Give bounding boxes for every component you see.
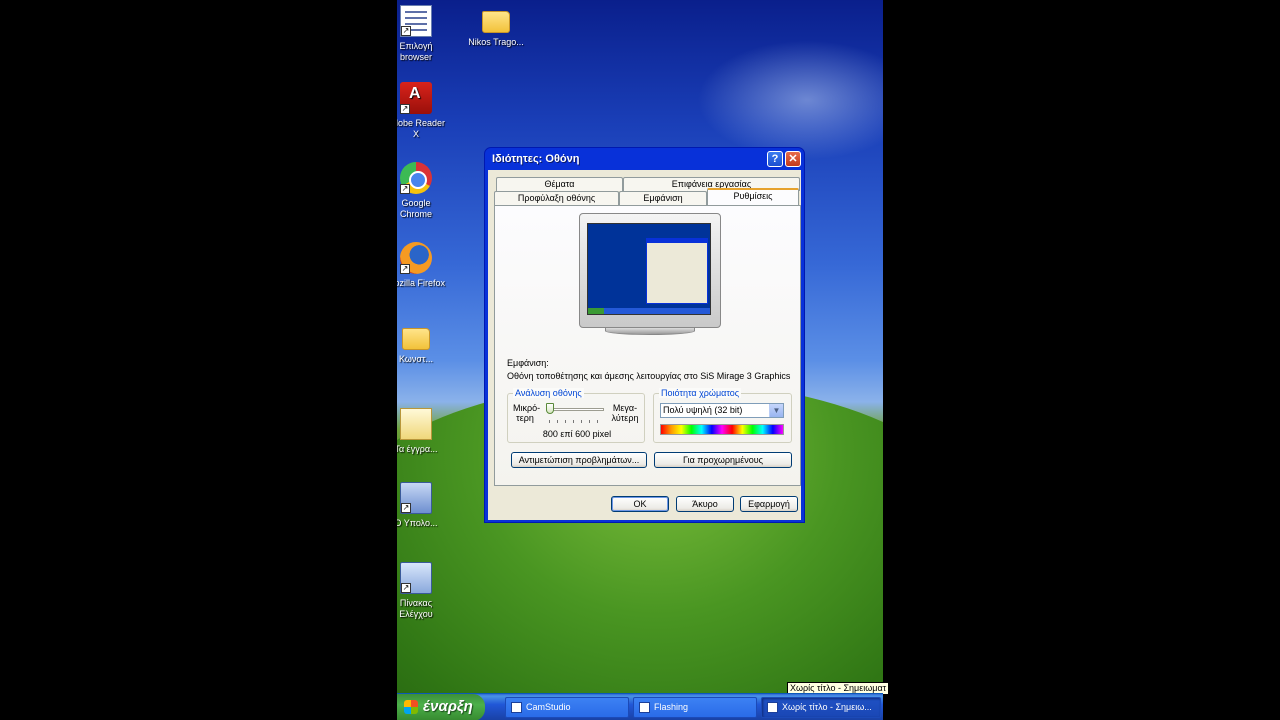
mini-taskbar-preview xyxy=(588,308,710,314)
cancel-button[interactable]: Άκυρο xyxy=(676,496,734,512)
documents-icon xyxy=(400,408,432,440)
dialog-client-area: Θέματα Επιφάνεια εργασίας Προφύλαξη οθόν… xyxy=(488,170,801,520)
monitor-bezel xyxy=(579,213,721,328)
resolution-slider-thumb[interactable] xyxy=(546,403,554,414)
help-button[interactable]: ? xyxy=(767,151,783,167)
desktop-icon-control-panel[interactable]: ↗ Πίνακας Ελέγχου xyxy=(397,562,447,620)
resolution-legend: Ανάλυση οθόνης xyxy=(513,388,584,398)
close-button[interactable]: ✕ xyxy=(785,151,801,167)
close-icon: ✕ xyxy=(788,153,798,165)
taskbar-item-camstudio[interactable]: CamStudio xyxy=(505,697,629,718)
tab-screensaver[interactable]: Προφύλαξη οθόνης xyxy=(494,191,619,205)
advanced-button[interactable]: Για προχωρημένους xyxy=(654,452,792,468)
resolution-more-label: Μεγα- λύτερη xyxy=(611,403,639,423)
taskbar: έναρξη CamStudio Flashing Χωρίς τίτλο - … xyxy=(397,693,883,720)
shortcut-arrow-icon: ↗ xyxy=(400,184,410,194)
shortcut-arrow-icon: ↗ xyxy=(401,583,411,593)
desktop-icon-label: Adobe Reader X xyxy=(397,118,446,139)
camstudio-icon xyxy=(511,702,522,713)
mini-start-preview xyxy=(588,308,604,314)
settings-panel: Εμφάνιση: Οθόνη τοποθέτησης και άμεσης λ… xyxy=(494,205,801,486)
color-quality-legend: Ποιότητα χρώματος xyxy=(659,388,742,398)
resolution-slider-track[interactable] xyxy=(546,408,604,411)
shortcut-arrow-icon: ↗ xyxy=(400,104,410,114)
tab-appearance[interactable]: Εμφάνιση xyxy=(619,191,707,205)
color-spectrum-bar xyxy=(660,424,784,435)
computer-icon: ↗ xyxy=(400,482,432,514)
dialog-titlebar[interactable]: Ιδιότητες: Οθόνη ? ✕ xyxy=(488,148,801,170)
desktop-icon-my-computer[interactable]: ↗ Ο Υπολο... xyxy=(397,482,447,529)
troubleshoot-button[interactable]: Αντιμετώπιση προβλημάτων... xyxy=(511,452,647,468)
tab-themes[interactable]: Θέματα xyxy=(496,177,623,191)
shortcut-arrow-icon: ↗ xyxy=(401,26,411,36)
desktop-icon-firefox[interactable]: ↗ Mozilla Firefox xyxy=(397,242,447,289)
color-quality-select[interactable]: Πολύ υψηλή (32 bit) ▼ xyxy=(660,403,784,418)
mini-window-preview xyxy=(646,238,708,304)
monitor-preview xyxy=(579,213,721,335)
taskbar-item-flashing[interactable]: Flashing xyxy=(633,697,757,718)
desktop-icon-my-documents[interactable]: Τα έγγρα... xyxy=(397,402,447,455)
resolution-value: 800 επί 600 pixel xyxy=(542,429,612,439)
resolution-group: Ανάλυση οθόνης Μικρό- τερη Μεγα- λύτερη … xyxy=(507,388,645,443)
color-quality-group: Ποιότητα χρώματος Πολύ υψηλή (32 bit) ▼ xyxy=(653,388,792,443)
shortcut-arrow-icon: ↗ xyxy=(401,503,411,513)
desktop-icon-browser-choice[interactable]: ↗ Επιλογή browser xyxy=(397,5,447,63)
monitor-screen xyxy=(587,223,711,315)
desktop-icon-nikos-folder[interactable]: Nikos Trago... xyxy=(465,5,527,48)
resolution-slider-ticks xyxy=(549,420,605,423)
firefox-icon: ↗ xyxy=(400,242,432,274)
folder-icon xyxy=(482,11,510,33)
tab-settings[interactable]: Ρυθμίσεις xyxy=(707,188,799,205)
question-icon: ? xyxy=(771,153,779,165)
start-label: έναρξη xyxy=(423,698,473,715)
color-quality-selected: Πολύ υψηλή (32 bit) xyxy=(663,405,743,415)
display-device-name: Οθόνη τοποθέτησης και άμεσης λειτουργίας… xyxy=(507,371,791,381)
display-label: Εμφάνιση: xyxy=(507,358,549,368)
flashing-icon xyxy=(639,702,650,713)
start-button[interactable]: έναρξη xyxy=(397,694,485,720)
folder-icon xyxy=(402,328,430,350)
desktop-icon-label: Google Chrome xyxy=(399,198,432,219)
taskbar-item-label: Flashing xyxy=(654,702,689,712)
pdf-icon: ↗ xyxy=(400,82,432,114)
dialog-title: Ιδιότητες: Οθόνη xyxy=(492,153,580,165)
desktop-icon-label: Mozilla Firefox xyxy=(397,278,445,288)
desktop-cloud xyxy=(697,40,883,160)
desktop-icon-label: Nikos Trago... xyxy=(468,37,524,47)
desktop-icon-label: Τα έγγρα... xyxy=(397,444,438,454)
monitor-stand xyxy=(605,327,695,335)
desktop-icon-label: Επιλογή browser xyxy=(399,41,433,62)
shortcut-arrow-icon: ↗ xyxy=(400,264,410,274)
taskbar-item-notepad[interactable]: Χωρίς τίτλο - Σημειω... xyxy=(761,697,881,718)
chrome-icon: ↗ xyxy=(400,162,432,194)
desktop-icon-konst-folder[interactable]: Κωνστ... xyxy=(397,322,447,365)
checklist-icon: ↗ xyxy=(400,5,432,37)
notepad-icon xyxy=(767,702,778,713)
desktop-icon-chrome[interactable]: ↗ Google Chrome xyxy=(397,162,447,220)
control-panel-icon: ↗ xyxy=(400,562,432,594)
windows-flag-icon xyxy=(404,700,418,714)
ok-button[interactable]: OK xyxy=(611,496,669,512)
desktop-icon-label: Κωνστ... xyxy=(398,354,434,364)
display-properties-dialog: Ιδιότητες: Οθόνη ? ✕ Θέματα Επιφάνεια ερ… xyxy=(484,147,805,523)
taskbar-item-label: Χωρίς τίτλο - Σημειω... xyxy=(782,702,872,712)
apply-button[interactable]: Εφαρμογή xyxy=(740,496,798,512)
desktop-icon-label: Ο Υπολο... xyxy=(397,518,438,528)
resolution-less-label: Μικρό- τερη xyxy=(513,403,541,423)
taskbar-item-label: CamStudio xyxy=(526,702,571,712)
chevron-down-icon[interactable]: ▼ xyxy=(769,404,783,417)
desktop-icon-adobe-reader[interactable]: ↗ Adobe Reader X xyxy=(397,82,447,140)
desktop-icon-label: Πίνακας Ελέγχου xyxy=(399,598,433,619)
